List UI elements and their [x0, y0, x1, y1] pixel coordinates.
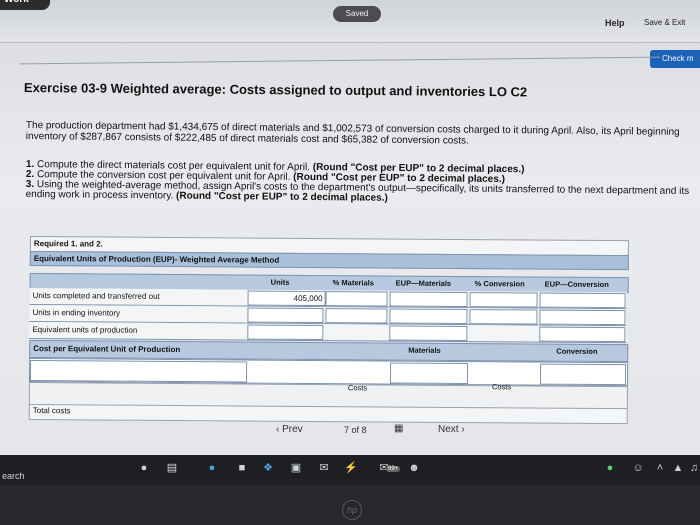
costs-label: Costs: [347, 383, 368, 393]
row-label: Equivalent units of production: [32, 325, 138, 335]
store-icon[interactable]: ▣: [290, 462, 302, 474]
eup-section-header: Equivalent Units of Production (EUP)- We…: [29, 250, 629, 271]
taskbar-search[interactable]: earch: [2, 471, 25, 481]
table-row: Total costs: [28, 403, 628, 425]
row-label: Units completed and transferred out: [32, 291, 160, 301]
eup-materials-input[interactable]: [389, 308, 468, 325]
help-link[interactable]: Help: [605, 18, 625, 28]
mic-icon[interactable]: ●: [138, 462, 150, 474]
next-button[interactable]: Next ›: [438, 424, 465, 435]
pct-conversion-input[interactable]: [469, 292, 538, 308]
requirement-item: 3. Using the weighted-average method, as…: [25, 178, 690, 204]
eup-conversion-input[interactable]: [539, 326, 626, 343]
top-bar: Work Saved Help Save & Exit: [0, 0, 700, 43]
col-eup-conversion: EUP—Conversion: [544, 279, 609, 290]
grid-icon[interactable]: ▦: [394, 423, 403, 434]
col-pct-conversion: % Conversion: [474, 279, 525, 289]
conversion-cost-input[interactable]: [539, 363, 627, 386]
exercise-paragraph: The production department had $1,434,675…: [25, 120, 680, 147]
task-view-icon[interactable]: ▤: [166, 462, 178, 474]
people-icon[interactable]: ☻: [408, 462, 420, 474]
pct-materials-input[interactable]: [325, 308, 388, 324]
browser-screen: Work Saved Help Save & Exit Check m Exer…: [0, 0, 700, 455]
work-logo: Work: [0, 0, 50, 10]
file-explorer-icon[interactable]: ■: [236, 462, 248, 474]
edge-icon[interactable]: ●: [206, 462, 218, 474]
eup-table: Required 1. and 2. Equivalent Units of P…: [28, 236, 629, 425]
dropbox-icon[interactable]: ❖: [262, 462, 274, 474]
chevron-right-icon: ›: [461, 424, 465, 435]
conversion-label: Conversion: [556, 346, 598, 356]
chevron-up-icon[interactable]: ˄: [654, 462, 666, 474]
hp-logo: hp: [342, 500, 362, 520]
materials-cost-input[interactable]: [389, 362, 469, 385]
chevron-left-icon: ‹: [276, 424, 280, 435]
pct-conversion-input[interactable]: [469, 309, 538, 325]
eup-conversion-input[interactable]: [539, 292, 626, 309]
notification-badge: 99+: [386, 466, 401, 472]
eup-materials-input[interactable]: [389, 291, 468, 308]
prev-button[interactable]: ‹ Prev: [276, 424, 303, 435]
col-eup-materials: EUP—Materials: [395, 278, 452, 288]
saved-indicator: Saved: [333, 6, 381, 22]
cost-input[interactable]: [29, 360, 248, 383]
lightning-icon[interactable]: ⚡: [344, 462, 358, 474]
requirements-list: 1. Compute the direct materials cost per…: [25, 159, 698, 207]
materials-label: Materials: [408, 345, 441, 355]
header-divider: [20, 56, 660, 65]
volume-icon[interactable]: ♫: [688, 462, 700, 474]
exercise-title: Exercise 03-9 Weighted average: Costs as…: [23, 80, 528, 100]
pct-materials-input[interactable]: [325, 291, 388, 307]
page-indicator: 7 of 8: [344, 425, 367, 435]
units-input[interactable]: [247, 307, 324, 324]
eup-conversion-input[interactable]: [539, 309, 626, 326]
col-units: Units: [270, 277, 290, 287]
row-label: Cost per Equivalent Unit of Production: [33, 344, 181, 355]
network-icon[interactable]: ▲: [672, 462, 684, 474]
costs-label: Costs: [491, 382, 512, 392]
col-pct-materials: % Materials: [332, 278, 374, 288]
eup-materials-input[interactable]: [389, 325, 468, 342]
row-label: Units in ending inventory: [32, 308, 121, 318]
mail-icon[interactable]: ✉: [318, 462, 330, 474]
units-input[interactable]: 405,000: [247, 290, 326, 307]
units-input[interactable]: [247, 324, 324, 341]
check-my-work-button[interactable]: Check m: [650, 50, 700, 68]
save-exit-button[interactable]: Save & Exit: [644, 18, 685, 27]
row-label: Total costs: [32, 406, 71, 416]
security-icon[interactable]: ●: [604, 462, 616, 474]
person-icon[interactable]: ☺: [632, 462, 644, 474]
